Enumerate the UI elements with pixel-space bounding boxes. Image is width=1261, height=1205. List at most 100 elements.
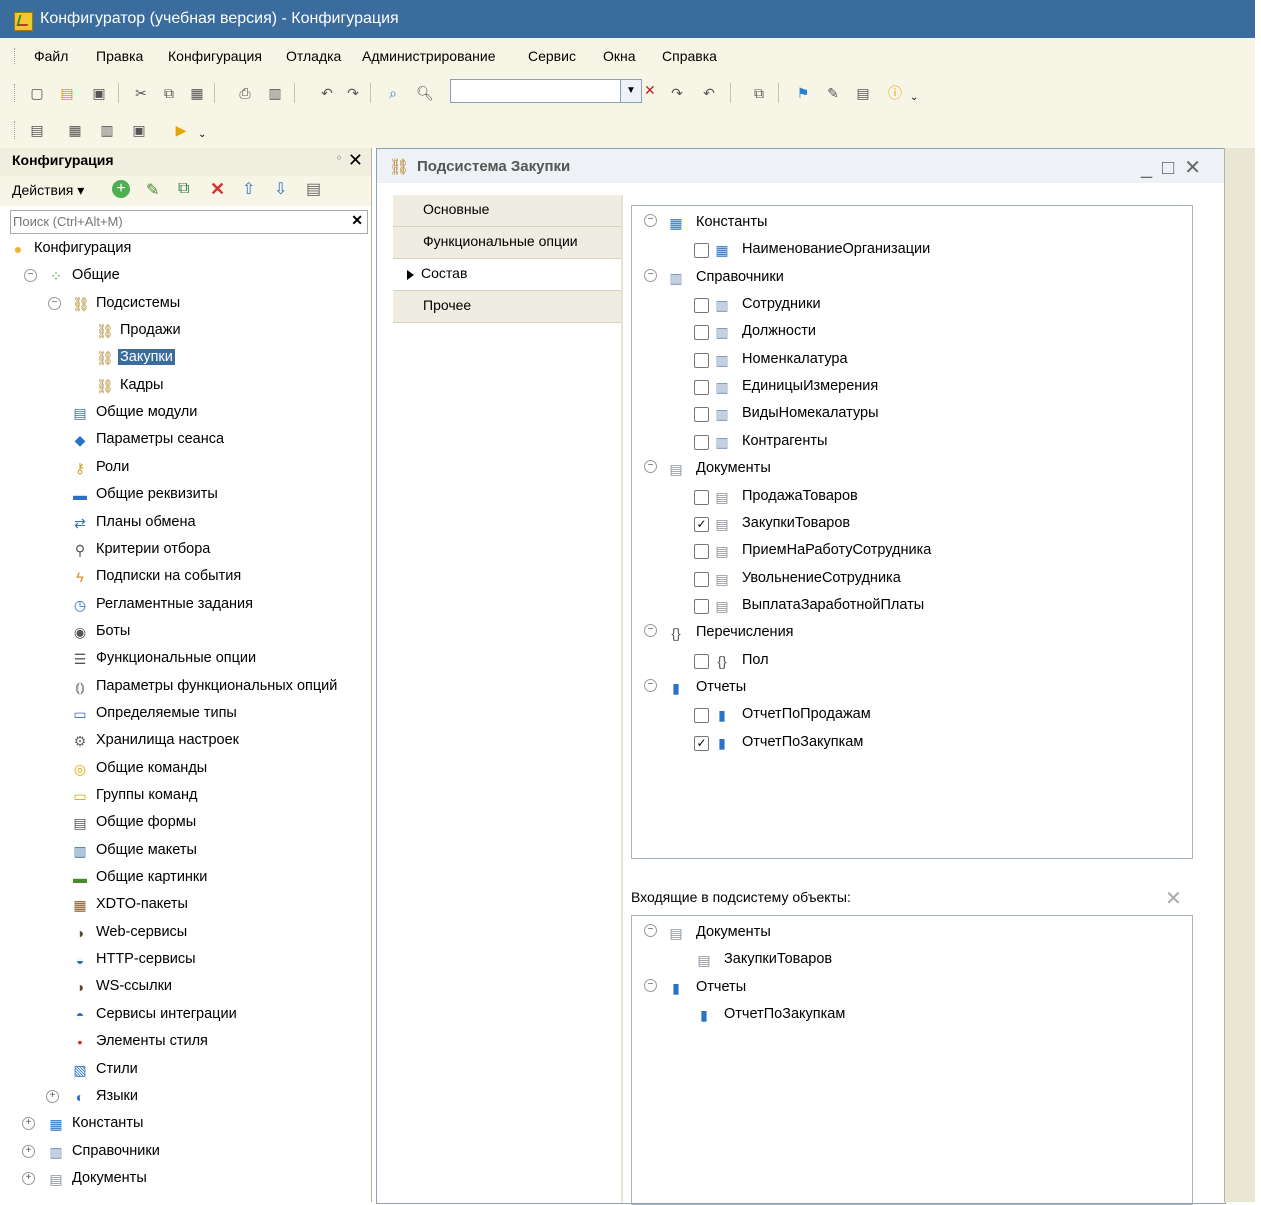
item-checkbox[interactable] — [694, 571, 709, 587]
menu-configuration[interactable]: Конфигурация — [168, 48, 262, 64]
collapse-icon[interactable]: − — [644, 460, 657, 474]
open-file-icon[interactable]: ▤ — [58, 84, 76, 102]
content-group[interactable]: −{} Перечисления — [632, 620, 1190, 647]
copy-icon[interactable]: ⧉ — [160, 84, 178, 102]
included-item[interactable]: ▤ ЗакупкиТоваров — [632, 947, 1190, 974]
menu-administration[interactable]: Администрирование — [362, 48, 496, 64]
tree-item[interactable]: ◒ HTTP-сервисы — [0, 949, 371, 973]
tree-item[interactable]: ▤ Общие модули — [0, 402, 371, 426]
content-item[interactable]: ▥ Номенкалатура — [632, 347, 1190, 374]
content-item[interactable]: ▦ НаименованиеОрганизации — [632, 237, 1190, 264]
content-group[interactable]: − ▦ Константы — [632, 210, 1190, 237]
tree-item[interactable]: − ⛓ Подсистемы — [0, 293, 371, 317]
edit-icon[interactable]: ✎ — [146, 180, 159, 200]
item-checkbox[interactable] — [694, 243, 709, 259]
item-checkbox[interactable] — [694, 489, 709, 505]
run-debug-icon[interactable]: ▶ — [172, 121, 190, 139]
collapse-icon[interactable]: − — [644, 978, 657, 992]
expand-icon[interactable]: + — [46, 1089, 59, 1103]
tree-item[interactable]: ⚷ Роли — [0, 457, 371, 481]
collapse-icon[interactable]: − — [644, 624, 657, 638]
content-item[interactable]: ▮ ОтчетПоПродажам — [632, 702, 1190, 729]
collapse-icon[interactable]: − — [24, 269, 37, 283]
close-icon[interactable]: ✕ — [1184, 157, 1211, 179]
tree-item[interactable]: ⦅⦆ Параметры функциональных опций — [0, 676, 371, 700]
help-content-icon[interactable]: ▤ — [854, 84, 872, 102]
save-icon[interactable]: ▣ — [90, 84, 108, 102]
tree-item[interactable]: + ◐ Языки — [0, 1086, 371, 1110]
content-group[interactable]: − ▮ Отчеты — [632, 675, 1190, 702]
debug-icon[interactable]: ⚑ — [794, 84, 812, 102]
syntax-helper-icon[interactable]: ✎ — [824, 84, 842, 102]
toolbar-more-icon[interactable]: ⌄ — [198, 129, 206, 140]
info-icon[interactable]: ⓘ — [886, 84, 904, 102]
copy-item-icon[interactable]: ⧉ — [178, 180, 189, 198]
search-dropdown-button[interactable]: ▼ — [620, 79, 642, 103]
tree-item[interactable]: ▬ Общие картинки — [0, 867, 371, 891]
tree-item[interactable]: + ▦ Константы — [0, 1113, 371, 1137]
tree-item[interactable]: ▬ Общие реквизиты — [0, 484, 371, 508]
search-combo-input[interactable] — [450, 79, 624, 103]
database-icon[interactable]: ▥ — [98, 121, 116, 139]
menu-service[interactable]: Сервис — [528, 48, 576, 64]
included-item[interactable]: ▮ ОтчетПоЗакупкам — [632, 1002, 1190, 1029]
search-clear-icon[interactable]: ✕ — [644, 82, 656, 99]
tree-item[interactable]: ◓ Сервисы интеграции — [0, 1004, 371, 1028]
content-group[interactable]: − ▤ Документы — [632, 456, 1190, 483]
item-checkbox[interactable] — [694, 598, 709, 614]
item-checkbox[interactable] — [694, 380, 709, 396]
menu-edit[interactable]: Правка — [96, 48, 143, 64]
windows-icon[interactable]: ⧉ — [750, 84, 768, 102]
tree-item[interactable]: ● Конфигурация — [0, 238, 371, 262]
item-checkbox[interactable] — [694, 708, 709, 724]
item-checkbox[interactable] — [694, 325, 709, 341]
content-item[interactable]: ✓ ▮ ОтчетПоЗакупкам — [632, 730, 1190, 757]
tree-item[interactable]: ⇄ Планы обмена — [0, 512, 371, 536]
tree-item[interactable]: − ⁘ Общие — [0, 265, 371, 289]
expand-icon[interactable]: + — [22, 1171, 35, 1185]
clear-icon[interactable]: ✕ — [1165, 886, 1182, 911]
find-in-files-icon[interactable]: ⌕ — [384, 84, 402, 102]
search-next-icon[interactable]: ↷ — [668, 84, 686, 102]
delete-icon[interactable]: ✕ — [210, 179, 225, 200]
search-prev-icon[interactable]: ↶ — [700, 84, 718, 102]
splitter[interactable] — [621, 195, 623, 1203]
menu-help[interactable]: Справка — [662, 48, 717, 64]
print-icon[interactable]: ⎙ — [236, 84, 254, 102]
tree-search-input[interactable] — [11, 211, 333, 231]
properties-icon[interactable]: ▣ — [130, 121, 148, 139]
content-item[interactable]: ▥ ЕдиницыИзмерения — [632, 374, 1190, 401]
content-item[interactable]: {} Пол — [632, 648, 1190, 675]
tree-item[interactable]: ◷ Регламентные задания — [0, 594, 371, 618]
preview-icon[interactable]: ▥ — [266, 84, 284, 102]
pin-icon[interactable]: ⁰ — [337, 155, 341, 166]
item-checkbox[interactable] — [694, 407, 709, 423]
collapse-icon[interactable]: − — [644, 678, 657, 692]
menu-windows[interactable]: Окна — [603, 48, 636, 64]
content-item[interactable]: ✓ ▤ ЗакупкиТоваров — [632, 511, 1190, 538]
item-checkbox[interactable] — [694, 434, 709, 450]
redo-icon[interactable]: ↷ — [344, 84, 362, 102]
content-item[interactable]: ▥ ВидыНомекалатуры — [632, 401, 1190, 428]
toolbar-more-icon[interactable]: ⌄ — [910, 92, 918, 103]
tree-item[interactable]: ◎ Общие команды — [0, 758, 371, 782]
tree-item[interactable]: ⚙ Хранилища настроек — [0, 730, 371, 754]
tree-item[interactable]: ◉ Боты — [0, 621, 371, 645]
tree-item[interactable]: ϟ Подписки на события — [0, 566, 371, 590]
collapse-icon[interactable]: − — [644, 214, 657, 227]
close-icon[interactable]: ✕ — [348, 150, 363, 171]
move-up-icon[interactable]: ⇧ — [242, 179, 255, 199]
tree-item[interactable]: ⛓ Кадры — [0, 375, 371, 399]
update-db-icon[interactable]: ▦ — [66, 121, 84, 139]
tree-item[interactable]: ◆ Параметры сеанса — [0, 429, 371, 453]
item-checkbox[interactable]: ✓ — [694, 516, 709, 532]
tab-other[interactable]: Прочее — [393, 291, 621, 323]
actions-menu-button[interactable]: Действия ▾ — [12, 182, 84, 199]
content-item[interactable]: ▤ ПриемНаРаботуСотрудника — [632, 538, 1190, 565]
content-item[interactable]: ▤ УвольнениеСотрудника — [632, 566, 1190, 593]
search-clear-icon[interactable]: ✕ — [351, 212, 363, 229]
paste-icon[interactable]: ▦ — [188, 84, 206, 102]
tree-item[interactable]: ▤ Общие формы — [0, 812, 371, 836]
content-item[interactable]: ▥ Контрагенты — [632, 429, 1190, 456]
tree-item[interactable]: ▦ XDTO-пакеты — [0, 894, 371, 918]
